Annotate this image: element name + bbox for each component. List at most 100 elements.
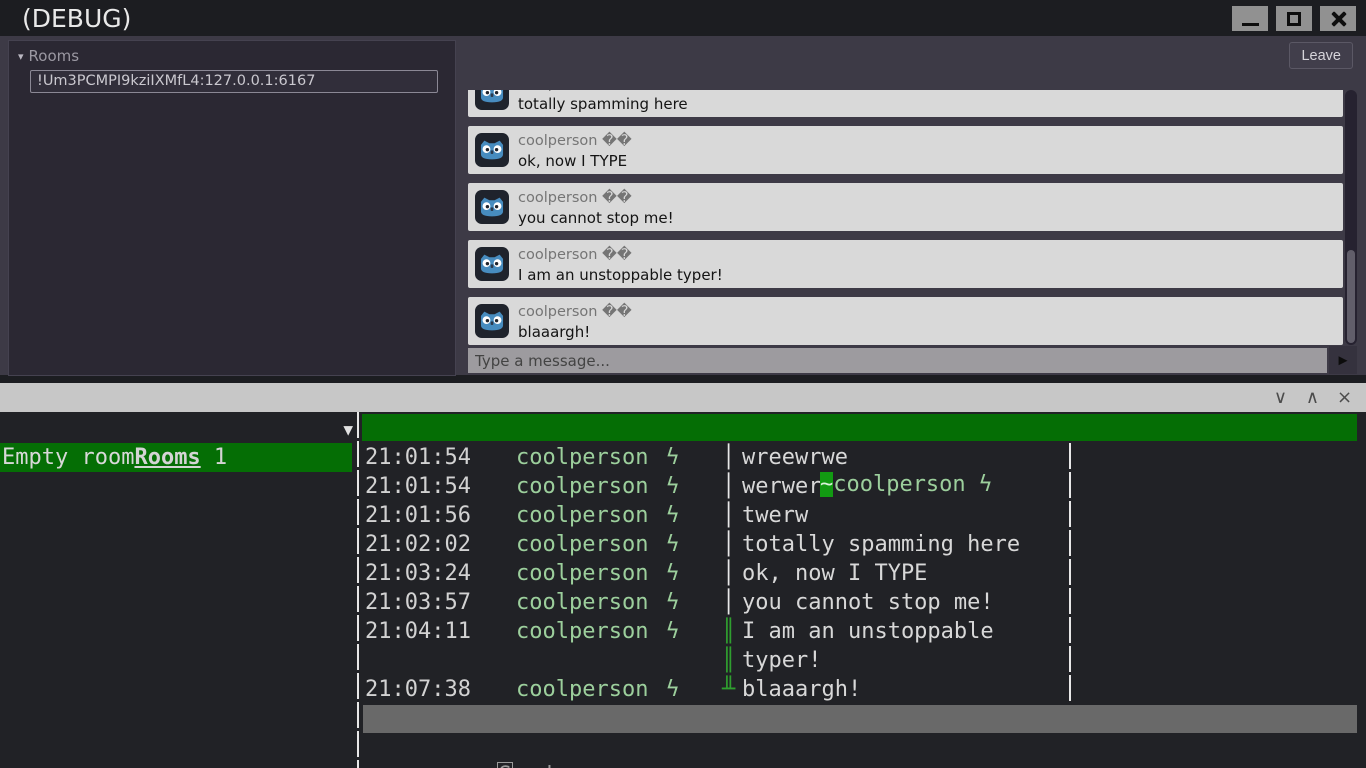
- message-list: coolperson �� totally spamming here: [468, 90, 1343, 345]
- window-body: ▾ Rooms !Um3PCMPI9kziIXMfL4:127.0.0.1:61…: [0, 36, 1366, 376]
- terminal-toolbar: ∨ ∧ ×: [0, 383, 1366, 412]
- rooms-tree-header[interactable]: ▾ Rooms: [9, 41, 455, 65]
- rooms-tree-label: Rooms: [28, 47, 80, 65]
- chevron-up-icon[interactable]: ∧: [1303, 388, 1322, 407]
- leave-button[interactable]: Leave: [1289, 42, 1353, 69]
- input-cursor: S: [497, 762, 513, 768]
- buffer-list-title: Rooms 1: [134, 445, 228, 470]
- nicklist-nick[interactable]: coolperson: [833, 472, 965, 497]
- chevron-down-icon[interactable]: ∨: [1271, 388, 1290, 407]
- close-button[interactable]: [1320, 6, 1356, 31]
- message-input[interactable]: [468, 348, 1327, 373]
- terminal-input[interactable]: Send a message...: [365, 732, 725, 768]
- chat-log-row: 21:01:56 coolperson ϟ │ twerw: [362, 501, 1357, 530]
- log-timestamp: 21:01:56: [365, 503, 471, 528]
- chat-log-row: 21:02:02 coolperson ϟ │ totally spamming…: [362, 530, 1357, 559]
- input-placeholder-text: end a message...: [513, 763, 725, 768]
- message-author: coolperson ��: [518, 247, 632, 263]
- godot-avatar-icon: [475, 133, 509, 167]
- room-tree-item[interactable]: !Um3PCMPI9kziIXMfL4:127.0.0.1:6167: [30, 70, 438, 93]
- log-message: blaaargh!: [742, 677, 862, 702]
- message-card: coolperson �� you cannot stop me!: [468, 183, 1343, 231]
- log-timestamp: 21:02:02: [365, 532, 471, 557]
- debug-window: (DEBUG) ▾ Rooms !Um3PCMPI9kziIXMfL4:127.…: [0, 0, 1366, 383]
- log-timestamp: 21:03:57: [365, 590, 471, 615]
- godot-avatar-icon: [475, 190, 509, 224]
- godot-avatar-icon: [475, 247, 509, 281]
- godot-avatar-icon: [475, 90, 509, 110]
- chat-log-row: 21:04:11 coolperson ϟ ║ I am an unstoppa…: [362, 617, 1357, 646]
- log-timestamp: 21:01:54: [365, 474, 471, 499]
- log-nick: coolperson: [516, 619, 649, 644]
- nicklist-lightning-icon: ϟ: [965, 472, 993, 497]
- message-text: ok, now I TYPE: [518, 152, 628, 170]
- message-text: I am an unstoppable typer!: [518, 266, 723, 284]
- message-text: totally spamming here: [518, 95, 688, 113]
- buffer-list-separator: [357, 412, 359, 768]
- chat-log-row: ║ typer!: [362, 646, 1357, 675]
- minimize-icon: [1241, 23, 1259, 26]
- scroll-indicator-bar[interactable]: [363, 705, 1357, 733]
- terminal-body: Rooms 1 ▼ Empty room 21:01:54 coolperson…: [0, 412, 1366, 768]
- rooms-panel: ▾ Rooms !Um3PCMPI9kziIXMfL4:127.0.0.1:61…: [8, 40, 456, 376]
- nicklist: ~coolperson ϟ: [714, 441, 992, 497]
- log-message: you cannot stop me!: [742, 590, 994, 615]
- message-card: coolperson �� ok, now I TYPE: [468, 126, 1343, 174]
- log-message: totally spamming here: [742, 532, 1021, 557]
- maximize-button[interactable]: [1276, 6, 1312, 31]
- godot-avatar-icon: [475, 304, 509, 338]
- window-controls: [1232, 6, 1356, 31]
- buffer-dropdown-icon[interactable]: ▼: [343, 415, 353, 444]
- log-timestamp: 21:01:54: [365, 445, 471, 470]
- log-nick: coolperson: [516, 474, 649, 499]
- message-author: coolperson ��: [518, 133, 632, 149]
- message-author: coolperson ��: [518, 190, 632, 206]
- buffer-title-bar: [362, 414, 1357, 441]
- window-title: (DEBUG): [22, 3, 132, 33]
- screen: (DEBUG) ▾ Rooms !Um3PCMPI9kziIXMfL4:127.…: [0, 0, 1366, 768]
- lightning-icon: ϟ: [666, 532, 680, 557]
- log-message: ok, now I TYPE: [742, 561, 928, 586]
- chat-scrollbar-thumb[interactable]: [1347, 250, 1355, 343]
- lightning-icon: ϟ: [666, 561, 680, 586]
- chat-log-row: 21:03:24 coolperson ϟ │ ok, now I TYPE: [362, 559, 1357, 588]
- lightning-icon: ϟ: [666, 619, 680, 644]
- buffer-list-header[interactable]: Rooms 1 ▼: [0, 414, 358, 470]
- lightning-icon: ϟ: [666, 677, 680, 702]
- chat-panel: Leave totally spamming here coolperson �…: [462, 36, 1366, 375]
- log-message: I am an unstoppable: [742, 619, 994, 644]
- log-separator: │: [722, 590, 736, 615]
- log-separator: │: [722, 532, 736, 557]
- minimize-button[interactable]: [1232, 6, 1268, 31]
- chat-log-row: 21:07:38 coolperson ϟ ╨ blaaargh!: [362, 675, 1357, 704]
- lightning-icon: [666, 646, 722, 675]
- terminal-close-icon[interactable]: ×: [1335, 388, 1354, 407]
- log-nick: coolperson: [516, 503, 649, 528]
- message-card: coolperson �� totally spamming here: [468, 90, 1343, 117]
- log-separator: │: [722, 561, 736, 586]
- log-nick: [516, 646, 666, 675]
- maximize-icon: [1287, 11, 1301, 26]
- log-nick: coolperson: [516, 532, 649, 557]
- buffer-list: Rooms 1 ▼ Empty room: [0, 414, 358, 472]
- chat-log-row: 21:03:57 coolperson ϟ │ you cannot stop …: [362, 588, 1357, 617]
- message-author: coolperson ��: [518, 304, 632, 320]
- log-timestamp: 21:04:11: [365, 619, 471, 644]
- tree-collapse-icon: ▾: [18, 49, 24, 63]
- lightning-icon: ϟ: [666, 590, 680, 615]
- chat-scrollbar[interactable]: [1345, 90, 1357, 345]
- terminal-panel: ∨ ∧ × Rooms 1 ▼ Empty room 21:01:54 cool…: [0, 383, 1366, 768]
- log-separator: ║: [722, 619, 736, 644]
- message-text: blaaargh!: [518, 323, 591, 341]
- log-nick: coolperson: [516, 677, 649, 702]
- log-nick: coolperson: [516, 561, 649, 586]
- send-button[interactable]: ►: [1329, 346, 1357, 374]
- message-text: you cannot stop me!: [518, 209, 674, 227]
- message-card: coolperson �� blaaargh!: [468, 297, 1343, 345]
- log-separator: ║: [722, 648, 736, 673]
- log-timestamp: [362, 646, 516, 675]
- nick-mode-prefix: ~: [819, 472, 834, 497]
- log-timestamp: 21:07:38: [365, 677, 471, 702]
- log-nick: coolperson: [516, 445, 649, 470]
- nicklist-separator: [1069, 443, 1071, 704]
